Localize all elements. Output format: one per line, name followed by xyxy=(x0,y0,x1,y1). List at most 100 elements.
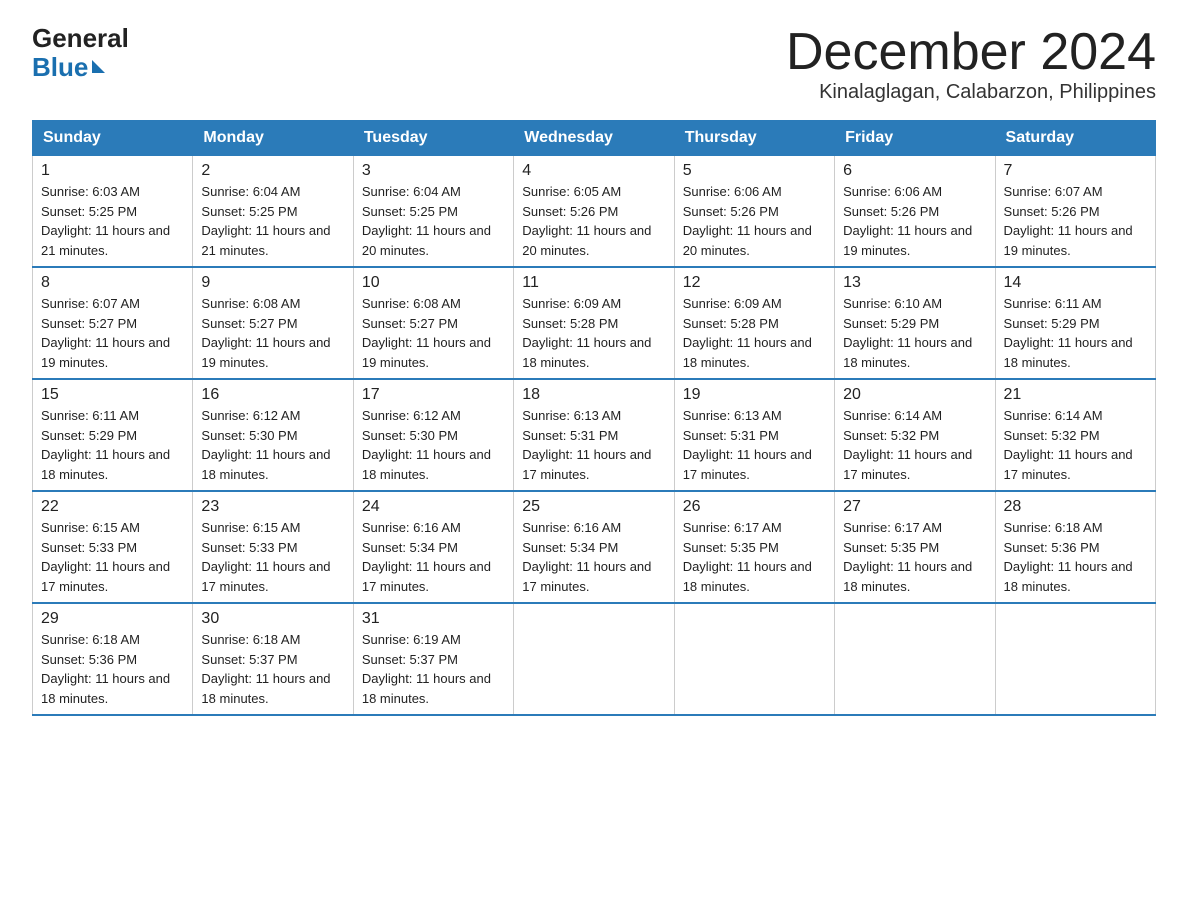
calendar-cell: 18 Sunrise: 6:13 AMSunset: 5:31 PMDayligh… xyxy=(514,379,674,491)
day-number: 4 xyxy=(522,162,665,180)
day-info: Sunrise: 6:18 AMSunset: 5:36 PMDaylight:… xyxy=(1004,520,1133,594)
page-header: General Blue December 2024 Kinalaglagan,… xyxy=(32,24,1156,104)
calendar-col-header: Tuesday xyxy=(353,121,513,156)
day-number: 28 xyxy=(1004,498,1147,516)
day-number: 18 xyxy=(522,386,665,404)
day-info: Sunrise: 6:13 AMSunset: 5:31 PMDaylight:… xyxy=(683,408,812,482)
day-number: 3 xyxy=(362,162,505,180)
day-number: 7 xyxy=(1004,162,1147,180)
calendar-header-row: SundayMondayTuesdayWednesdayThursdayFrid… xyxy=(33,121,1156,156)
calendar-cell: 7 Sunrise: 6:07 AMSunset: 5:26 PMDaylight… xyxy=(995,156,1155,268)
day-info: Sunrise: 6:19 AMSunset: 5:37 PMDaylight:… xyxy=(362,632,491,706)
day-info: Sunrise: 6:11 AMSunset: 5:29 PMDaylight:… xyxy=(41,408,170,482)
calendar-body: 1Sunrise: 6:03 AMSunset: 5:25 PMDaylight… xyxy=(33,156,1156,716)
day-number: 19 xyxy=(683,386,826,404)
day-number: 15 xyxy=(41,386,184,404)
calendar-col-header: Saturday xyxy=(995,121,1155,156)
day-info: Sunrise: 6:09 AMSunset: 5:28 PMDaylight:… xyxy=(683,296,812,370)
calendar-cell xyxy=(674,603,834,715)
day-number: 25 xyxy=(522,498,665,516)
day-number: 9 xyxy=(201,274,344,292)
day-info: Sunrise: 6:07 AMSunset: 5:27 PMDaylight:… xyxy=(41,296,170,370)
calendar-col-header: Monday xyxy=(193,121,353,156)
day-info: Sunrise: 6:15 AMSunset: 5:33 PMDaylight:… xyxy=(201,520,330,594)
day-info: Sunrise: 6:10 AMSunset: 5:29 PMDaylight:… xyxy=(843,296,972,370)
calendar-cell: 6Sunrise: 6:06 AMSunset: 5:26 PMDaylight… xyxy=(835,156,995,268)
calendar-cell: 19 Sunrise: 6:13 AMSunset: 5:31 PMDayligh… xyxy=(674,379,834,491)
calendar-cell: 3 Sunrise: 6:04 AMSunset: 5:25 PMDaylight… xyxy=(353,156,513,268)
calendar-col-header: Wednesday xyxy=(514,121,674,156)
table-row: 8 Sunrise: 6:07 AMSunset: 5:27 PMDaylight… xyxy=(33,267,1156,379)
calendar-cell: 30 Sunrise: 6:18 AMSunset: 5:37 PMDayligh… xyxy=(193,603,353,715)
day-info: Sunrise: 6:08 AMSunset: 5:27 PMDaylight:… xyxy=(201,296,330,370)
calendar-cell: 9 Sunrise: 6:08 AMSunset: 5:27 PMDaylight… xyxy=(193,267,353,379)
day-info: Sunrise: 6:17 AMSunset: 5:35 PMDaylight:… xyxy=(683,520,812,594)
day-number: 20 xyxy=(843,386,986,404)
day-info: Sunrise: 6:14 AMSunset: 5:32 PMDaylight:… xyxy=(843,408,972,482)
day-info: Sunrise: 6:05 AMSunset: 5:26 PMDaylight:… xyxy=(522,184,651,258)
day-info: Sunrise: 6:07 AMSunset: 5:26 PMDaylight:… xyxy=(1004,184,1133,258)
logo-arrow-icon xyxy=(92,60,105,73)
logo-line2: Blue xyxy=(32,53,129,82)
day-info: Sunrise: 6:06 AMSunset: 5:26 PMDaylight:… xyxy=(683,184,812,258)
calendar-cell: 10 Sunrise: 6:08 AMSunset: 5:27 PMDayligh… xyxy=(353,267,513,379)
calendar-table: SundayMondayTuesdayWednesdayThursdayFrid… xyxy=(32,120,1156,716)
day-number: 8 xyxy=(41,274,184,292)
calendar-cell: 2 Sunrise: 6:04 AMSunset: 5:25 PMDaylight… xyxy=(193,156,353,268)
day-number: 22 xyxy=(41,498,184,516)
day-number: 2 xyxy=(201,162,344,180)
day-info: Sunrise: 6:04 AMSunset: 5:25 PMDaylight:… xyxy=(362,184,491,258)
calendar-cell: 1Sunrise: 6:03 AMSunset: 5:25 PMDaylight… xyxy=(33,156,193,268)
logo-line1: General xyxy=(32,24,129,53)
day-info: Sunrise: 6:12 AMSunset: 5:30 PMDaylight:… xyxy=(201,408,330,482)
calendar-cell: 12 Sunrise: 6:09 AMSunset: 5:28 PMDayligh… xyxy=(674,267,834,379)
day-number: 6 xyxy=(843,162,986,180)
calendar-cell: 20 Sunrise: 6:14 AMSunset: 5:32 PMDayligh… xyxy=(835,379,995,491)
table-row: 1Sunrise: 6:03 AMSunset: 5:25 PMDaylight… xyxy=(33,156,1156,268)
calendar-cell: 17 Sunrise: 6:12 AMSunset: 5:30 PMDayligh… xyxy=(353,379,513,491)
day-number: 12 xyxy=(683,274,826,292)
calendar-cell: 24Sunrise: 6:16 AMSunset: 5:34 PMDayligh… xyxy=(353,491,513,603)
day-number: 5 xyxy=(683,162,826,180)
day-number: 30 xyxy=(201,610,344,628)
day-info: Sunrise: 6:18 AMSunset: 5:36 PMDaylight:… xyxy=(41,632,170,706)
day-number: 27 xyxy=(843,498,986,516)
day-number: 17 xyxy=(362,386,505,404)
day-number: 23 xyxy=(201,498,344,516)
calendar-cell: 14Sunrise: 6:11 AMSunset: 5:29 PMDayligh… xyxy=(995,267,1155,379)
day-info: Sunrise: 6:16 AMSunset: 5:34 PMDaylight:… xyxy=(522,520,651,594)
calendar-col-header: Thursday xyxy=(674,121,834,156)
calendar-cell xyxy=(995,603,1155,715)
calendar-cell: 15 Sunrise: 6:11 AMSunset: 5:29 PMDayligh… xyxy=(33,379,193,491)
calendar-col-header: Friday xyxy=(835,121,995,156)
day-info: Sunrise: 6:16 AMSunset: 5:34 PMDaylight:… xyxy=(362,520,491,594)
calendar-cell: 5 Sunrise: 6:06 AMSunset: 5:26 PMDaylight… xyxy=(674,156,834,268)
day-number: 1 xyxy=(41,162,184,180)
table-row: 29 Sunrise: 6:18 AMSunset: 5:36 PMDayligh… xyxy=(33,603,1156,715)
day-info: Sunrise: 6:18 AMSunset: 5:37 PMDaylight:… xyxy=(201,632,330,706)
calendar-cell: 13 Sunrise: 6:10 AMSunset: 5:29 PMDayligh… xyxy=(835,267,995,379)
logo: General Blue xyxy=(32,24,129,81)
calendar-cell xyxy=(835,603,995,715)
day-number: 13 xyxy=(843,274,986,292)
calendar-col-header: Sunday xyxy=(33,121,193,156)
calendar-cell: 31 Sunrise: 6:19 AMSunset: 5:37 PMDayligh… xyxy=(353,603,513,715)
table-row: 15 Sunrise: 6:11 AMSunset: 5:29 PMDayligh… xyxy=(33,379,1156,491)
calendar-cell: 27Sunrise: 6:17 AMSunset: 5:35 PMDayligh… xyxy=(835,491,995,603)
month-title: December 2024 xyxy=(786,24,1156,81)
table-row: 22 Sunrise: 6:15 AMSunset: 5:33 PMDayligh… xyxy=(33,491,1156,603)
calendar-cell: 4 Sunrise: 6:05 AMSunset: 5:26 PMDaylight… xyxy=(514,156,674,268)
day-info: Sunrise: 6:04 AMSunset: 5:25 PMDaylight:… xyxy=(201,184,330,258)
day-number: 21 xyxy=(1004,386,1147,404)
day-info: Sunrise: 6:13 AMSunset: 5:31 PMDaylight:… xyxy=(522,408,651,482)
calendar-cell: 16Sunrise: 6:12 AMSunset: 5:30 PMDayligh… xyxy=(193,379,353,491)
calendar-cell xyxy=(514,603,674,715)
day-number: 31 xyxy=(362,610,505,628)
calendar-cell: 8 Sunrise: 6:07 AMSunset: 5:27 PMDaylight… xyxy=(33,267,193,379)
day-info: Sunrise: 6:12 AMSunset: 5:30 PMDaylight:… xyxy=(362,408,491,482)
day-number: 10 xyxy=(362,274,505,292)
day-number: 29 xyxy=(41,610,184,628)
day-info: Sunrise: 6:08 AMSunset: 5:27 PMDaylight:… xyxy=(362,296,491,370)
calendar-cell: 29 Sunrise: 6:18 AMSunset: 5:36 PMDayligh… xyxy=(33,603,193,715)
title-block: December 2024 Kinalaglagan, Calabarzon, … xyxy=(786,24,1156,104)
